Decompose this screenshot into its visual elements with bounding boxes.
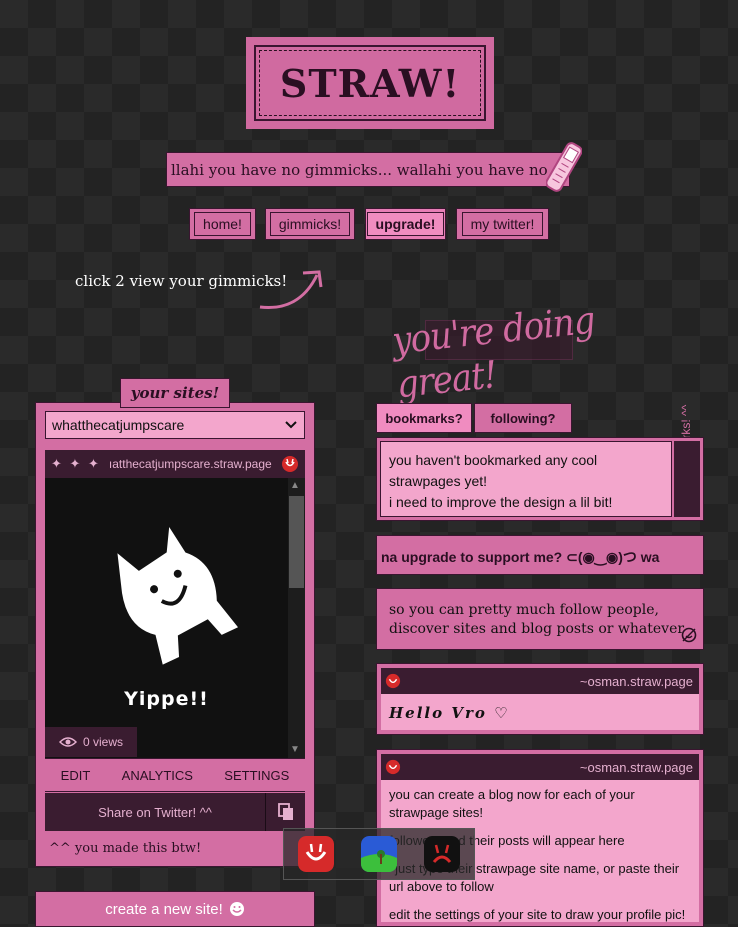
- marquee-text: llahi you have no gimmicks... wallahi yo…: [171, 161, 569, 179]
- bookmarks-line-1: you haven't bookmarked any cool strawpag…: [389, 452, 598, 489]
- phone-icon: [546, 142, 582, 192]
- app-dock: [283, 828, 475, 880]
- straw-logo-icon: [385, 673, 401, 689]
- site-select[interactable]: whatthecatjumpscare: [45, 411, 305, 439]
- post-header: ~osman.straw.page: [381, 754, 699, 780]
- post-site-link[interactable]: ~osman.straw.page: [580, 760, 693, 775]
- create-site-button[interactable]: create a new site!: [35, 891, 315, 927]
- sad-app-icon[interactable]: [424, 836, 461, 872]
- views-label: 0 views: [83, 735, 124, 749]
- made-note: ^^ you made this btw!: [49, 840, 202, 856]
- site-select-value: whatthecatjumpscare: [52, 417, 185, 433]
- preview-url[interactable]: ıatthecatjumpscare.straw.page: [109, 457, 272, 471]
- cat-drawing: [117, 526, 239, 665]
- bookmarks-side-strip: [674, 441, 700, 517]
- feed-post: ~osman.straw.page Hello Vro ♡: [376, 663, 704, 735]
- chevron-down-icon: [285, 421, 297, 429]
- share-twitter-button[interactable]: Share on Twitter! ^^: [45, 793, 265, 831]
- arrow-icon: [259, 270, 323, 310]
- post-header: ~osman.straw.page: [381, 668, 699, 694]
- preview-stars: ✦ ✦ ✦: [51, 456, 101, 471]
- nav-twitter-button[interactable]: my twitter!: [456, 208, 549, 240]
- post-paragraph: you can create a blog now for each of yo…: [389, 787, 635, 820]
- bookmarks-empty-message: you haven't bookmarked any cool strawpag…: [380, 441, 672, 517]
- post-paragraph: edit the settings of your site to draw y…: [389, 907, 686, 922]
- eye-icon: [59, 737, 77, 747]
- title-banner: STRAW!: [246, 37, 494, 129]
- site-title: STRAW!: [254, 45, 486, 121]
- scrollbar-thumb[interactable]: [289, 496, 304, 588]
- encouragement-banner: you're doing great!: [390, 298, 597, 408]
- upgrade-marquee[interactable]: na upgrade to support me? ⊂(◉‿◉)つ wa: [376, 535, 704, 575]
- preview-header: ✦ ✦ ✦ ıatthecatjumpscare.straw.page: [45, 450, 305, 478]
- copy-icon: [277, 803, 293, 820]
- straw-logo-icon: [282, 456, 298, 472]
- bookmarks-line-2: i need to improve the design a lil bit!: [389, 494, 613, 510]
- smile-icon: [229, 902, 244, 916]
- nav-home-button[interactable]: home!: [189, 208, 256, 240]
- landscape-app-icon[interactable]: [360, 836, 397, 872]
- sites-tab: your sites!: [120, 378, 230, 408]
- follow-info-box: so you can pretty much follow people, di…: [376, 588, 704, 650]
- post-body: Hello Vro ♡: [381, 694, 699, 730]
- marquee-banner: llahi you have no gimmicks... wallahi yo…: [166, 152, 570, 187]
- nav-upgrade-label: upgrade!: [366, 212, 445, 236]
- tab-bookmarks[interactable]: bookmarks?: [376, 403, 472, 433]
- scroll-down-icon[interactable]: ▼: [290, 744, 300, 755]
- straw-app-icon[interactable]: [297, 836, 334, 872]
- create-site-label: create a new site!: [105, 900, 223, 918]
- post-site-link[interactable]: ~osman.straw.page: [580, 674, 693, 689]
- follow-info-text: so you can pretty much follow people, di…: [389, 602, 685, 637]
- upgrade-marquee-text: na upgrade to support me? ⊂(◉‿◉)つ wa: [381, 549, 660, 565]
- nav-twitter-label: my twitter!: [461, 212, 544, 236]
- nav-gimmicks-button[interactable]: gimmicks!: [265, 208, 355, 240]
- nav-upgrade-button[interactable]: upgrade!: [365, 208, 446, 240]
- copy-button[interactable]: [265, 793, 305, 831]
- nav-gimmicks-label: gimmicks!: [269, 212, 351, 236]
- views-counter: 0 views: [45, 727, 137, 757]
- settings-button[interactable]: SETTINGS: [224, 768, 289, 783]
- site-actions: EDIT ANALYTICS SETTINGS: [45, 758, 305, 792]
- preview-caption: Yippe!!: [124, 688, 209, 710]
- nav-home-label: home!: [194, 212, 251, 236]
- refresh-icon[interactable]: [680, 626, 698, 644]
- edit-button[interactable]: EDIT: [61, 768, 91, 783]
- scroll-up-icon[interactable]: ▲: [290, 480, 300, 491]
- straw-logo-icon: [385, 759, 401, 775]
- analytics-button[interactable]: ANALYTICS: [122, 768, 193, 783]
- tab-following[interactable]: following?: [474, 403, 572, 433]
